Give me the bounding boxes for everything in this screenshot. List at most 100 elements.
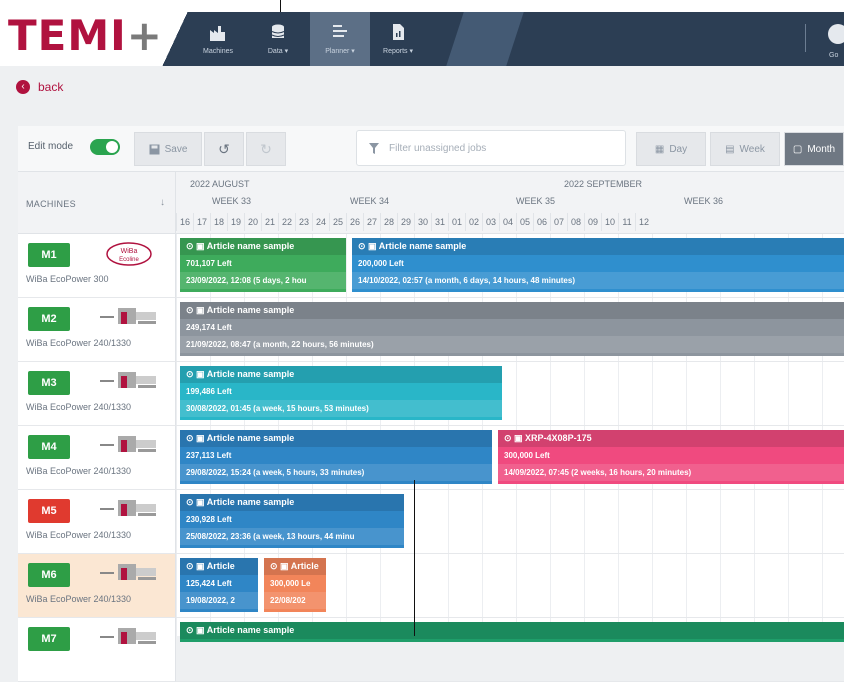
job-date: 30/08/2022, 01:45 (a week, 15 hours, 53 … bbox=[180, 400, 502, 417]
nav-data-label: Data ▾ bbox=[267, 48, 289, 55]
day-labels: 16 17 18 19 20 21 22 23 24 25 26 27 28 29 30 31 01 02 03 04… bbox=[176, 213, 844, 231]
day-label: 19 bbox=[227, 213, 244, 231]
list-icon bbox=[333, 25, 347, 37]
job-date: 23/09/2022, 12:08 (5 days, 2 hou bbox=[180, 272, 346, 289]
day-label: 20 bbox=[244, 213, 261, 231]
day-label: 09 bbox=[584, 213, 601, 231]
job-bar[interactable]: ⊙ ▣ Article name sample bbox=[180, 622, 844, 642]
job-date: 14/09/2022, 07:45 (2 weeks, 16 hours, 20… bbox=[498, 464, 844, 481]
machine-image bbox=[100, 308, 156, 324]
machine-name: WiBa EcoPower 300 bbox=[26, 274, 109, 284]
machine-badge[interactable]: M2 bbox=[28, 307, 70, 331]
sort-arrow-icon[interactable]: ↓ bbox=[160, 197, 165, 208]
month-label: 2022 AUGUST bbox=[190, 179, 250, 189]
annotation-pointer-line bbox=[280, 0, 281, 12]
database-icon bbox=[271, 24, 285, 38]
machine-badge[interactable]: M6 bbox=[28, 563, 70, 587]
machine-name: WiBa EcoPower 240/1330 bbox=[26, 466, 132, 476]
job-bar[interactable]: ⊙ ▣ Article name sample 249,174 Left 21/09… bbox=[180, 302, 844, 356]
day-label: 18 bbox=[210, 213, 227, 231]
job-title: ⊙ ▣ Article bbox=[180, 558, 258, 575]
job-remaining: 230,928 Left bbox=[186, 515, 232, 524]
machine-image bbox=[100, 564, 156, 580]
day-label: Day bbox=[669, 143, 688, 155]
user-icon[interactable] bbox=[828, 24, 844, 44]
machine-name: WiBa EcoPower 240/1330 bbox=[26, 594, 132, 604]
machine-row[interactable]: M7 bbox=[18, 618, 176, 682]
nav-reports[interactable]: Reports ▾ bbox=[368, 12, 428, 66]
machine-row[interactable]: M6 WiBa EcoPower 240/1330 bbox=[18, 554, 176, 618]
factory-icon bbox=[210, 25, 225, 41]
week-view-button[interactable]: ▤ Week bbox=[710, 132, 780, 166]
machine-row[interactable]: M4 WiBa EcoPower 240/1330 bbox=[18, 426, 176, 490]
nav-data[interactable]: Data ▾ bbox=[248, 12, 308, 66]
job-bar[interactable]: ⊙ ▣ Article name sample 701,107 Left 23/09… bbox=[180, 238, 346, 292]
filter-input[interactable]: Filter unassigned jobs bbox=[356, 130, 626, 166]
nav-planner[interactable]: Planner ▾ bbox=[310, 12, 370, 66]
job-bar[interactable]: ⊙ ▣ Article name sample 230,928 Left 25/08… bbox=[180, 494, 404, 548]
day-label: 04 bbox=[499, 213, 516, 231]
job-bar[interactable]: ⊙ ▣ Article name sample 199,486 Left 30/08… bbox=[180, 366, 502, 420]
timeline-header: 2022 AUGUST 2022 SEPTEMBER WEEK 33 WEEK … bbox=[176, 172, 844, 234]
job-title: ⊙ ▣ Article name sample bbox=[180, 622, 844, 639]
week-label: WEEK 33 bbox=[212, 196, 252, 206]
machine-image: WiBa Ecoline bbox=[106, 242, 152, 266]
week-label: WEEK 36 bbox=[684, 196, 724, 206]
job-bar[interactable]: ⊙ ▣ Article 125,424 Left 19/08/2022, 2 bbox=[180, 558, 258, 612]
redo-button[interactable]: ↻ bbox=[246, 132, 286, 166]
day-label: 27 bbox=[363, 213, 380, 231]
month-view-button[interactable]: ▢ Month bbox=[784, 132, 844, 166]
back-button[interactable]: ‹ back bbox=[16, 80, 63, 94]
day-label: 01 bbox=[448, 213, 465, 231]
undo-icon: ↺ bbox=[218, 140, 230, 157]
machine-badge[interactable]: M1 bbox=[28, 243, 70, 267]
day-label: 24 bbox=[312, 213, 329, 231]
day-view-button[interactable]: ▦ Day bbox=[636, 132, 706, 166]
machine-badge[interactable]: M7 bbox=[28, 627, 70, 651]
svg-text:Ecoline: Ecoline bbox=[119, 257, 139, 263]
row-divider bbox=[176, 361, 844, 362]
redo-icon: ↻ bbox=[260, 140, 272, 157]
machine-badge[interactable]: M5 bbox=[28, 499, 70, 523]
svg-text:WiBa: WiBa bbox=[121, 248, 138, 255]
job-remaining: 701,107 Left bbox=[186, 259, 232, 268]
machine-row[interactable]: M1 WiBa Ecoline WiBa EcoPower 300 bbox=[18, 234, 176, 298]
day-label: 16 bbox=[176, 213, 193, 231]
machine-name: WiBa EcoPower 240/1330 bbox=[26, 338, 132, 348]
save-icon bbox=[149, 144, 160, 154]
day-label: 07 bbox=[550, 213, 567, 231]
job-bar[interactable]: ⊙ ▣ Article 300,000 Le 22/08/202 bbox=[264, 558, 326, 612]
day-label: 26 bbox=[346, 213, 363, 231]
filter-placeholder: Filter unassigned jobs bbox=[389, 142, 487, 154]
day-label: 23 bbox=[295, 213, 312, 231]
navbar-divider bbox=[805, 24, 806, 52]
day-label: 25 bbox=[329, 213, 346, 231]
temi-logo[interactable]: TEMI+ bbox=[8, 12, 163, 60]
nav-machines[interactable]: Machines bbox=[188, 12, 248, 66]
machine-row[interactable]: M5 WiBa EcoPower 240/1330 bbox=[18, 490, 176, 554]
machines-header-label: MACHINES bbox=[26, 199, 76, 209]
machine-badge[interactable]: M3 bbox=[28, 371, 70, 395]
machine-badge[interactable]: M4 bbox=[28, 435, 70, 459]
job-bar[interactable]: ⊙ ▣ XRP-4X08P-175 300,000 Left 14/09/2022,… bbox=[498, 430, 844, 484]
machine-image bbox=[100, 436, 156, 452]
undo-button[interactable]: ↺ bbox=[204, 132, 244, 166]
report-icon bbox=[393, 24, 404, 40]
day-label: 12 bbox=[635, 213, 652, 231]
save-button[interactable]: Save bbox=[134, 132, 202, 166]
edit-mode-toggle[interactable] bbox=[90, 139, 120, 155]
job-bar[interactable]: ⊙ ▣ Article name sample 200,000 Left 14/10… bbox=[352, 238, 844, 292]
day-label: 22 bbox=[278, 213, 295, 231]
user-label: Go bbox=[829, 52, 839, 59]
day-label: 29 bbox=[397, 213, 414, 231]
annotation-pointer-line bbox=[414, 480, 415, 636]
row-divider bbox=[176, 297, 844, 298]
machines-column-header[interactable]: MACHINES ↓ bbox=[18, 172, 176, 234]
machine-row[interactable]: M2 WiBa EcoPower 240/1330 bbox=[18, 298, 176, 362]
job-bar[interactable]: ⊙ ▣ Article name sample 237,113 Left 29/08… bbox=[180, 430, 492, 484]
machine-row[interactable]: M3 WiBa EcoPower 240/1330 bbox=[18, 362, 176, 426]
day-label: 17 bbox=[193, 213, 210, 231]
save-label: Save bbox=[164, 143, 188, 155]
nav-planner-label: Planner ▾ bbox=[325, 48, 355, 55]
day-label: 03 bbox=[482, 213, 499, 231]
